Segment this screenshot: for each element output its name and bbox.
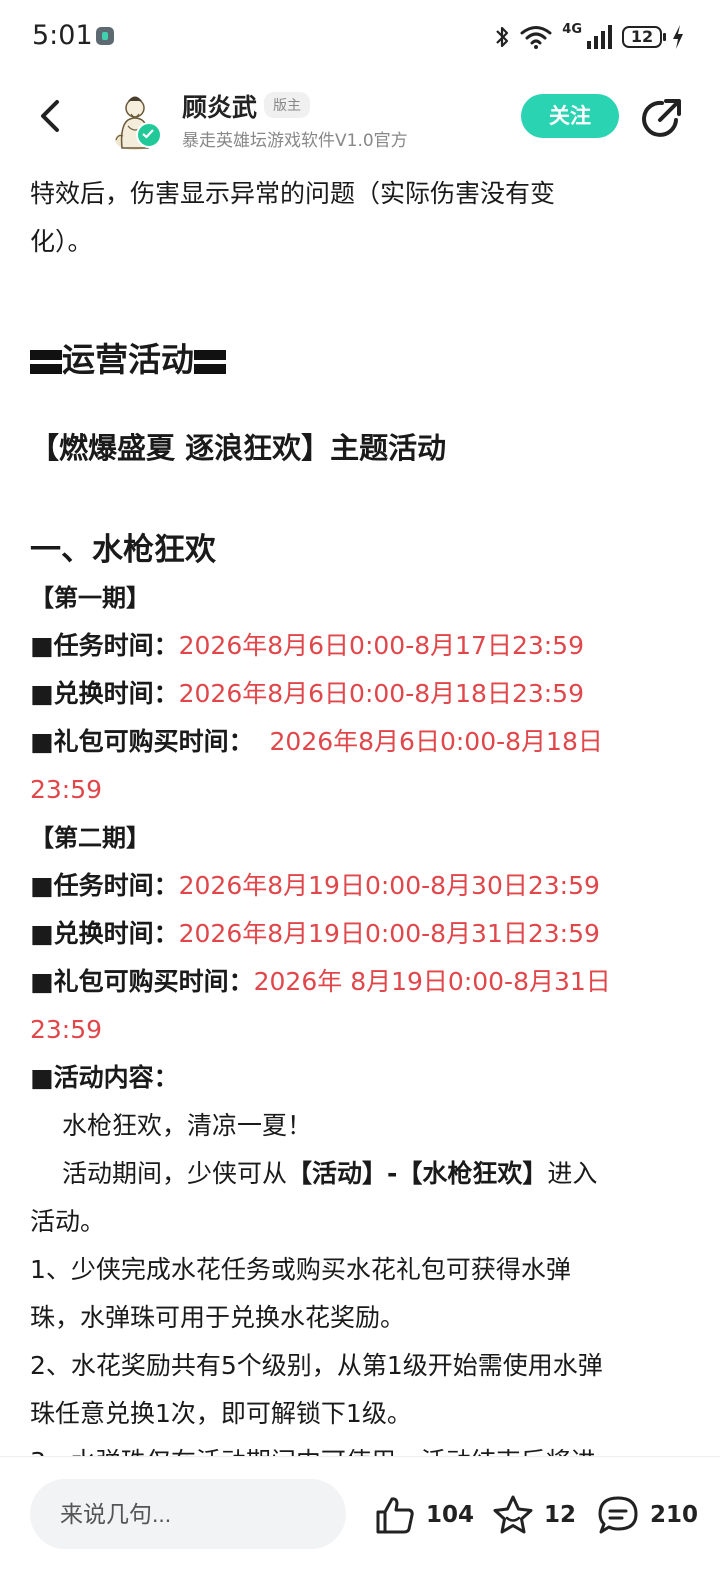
comment-button[interactable]: 210: [596, 1493, 698, 1537]
signal-icon: [587, 25, 612, 49]
status-bar: 5:01 4G 12: [0, 0, 720, 72]
comment-input[interactable]: [30, 1479, 346, 1549]
gift-time-value-cont: 23:59: [30, 775, 103, 804]
favorite-count: 12: [544, 1502, 577, 1528]
follow-button[interactable]: 关注: [521, 94, 619, 138]
like-count: 104: [426, 1502, 475, 1528]
verified-badge-icon: [136, 122, 162, 148]
content-label: ■活动内容：: [30, 1063, 179, 1092]
post-header: 顾炎武 版主 暴走英雄坛游戏软件V1.0官方 关注: [0, 72, 720, 172]
exchange-time-label: ■兑换时间：: [30, 919, 179, 948]
bluetooth-icon: [496, 26, 509, 48]
gift-time-value: 2026年 8月19日0:00-8月31日: [253, 967, 611, 996]
intro-line: 特效后，伤害显示异常的问题（实际伤害没有变: [30, 179, 556, 208]
status-time: 5:01: [32, 20, 93, 51]
author-name[interactable]: 顾炎武: [182, 88, 257, 124]
exchange-time-value: 2026年8月6日0:00-8月18日23:59: [178, 679, 584, 708]
status-icons: 4G 12: [494, 22, 684, 52]
content-text: 珠，水弹珠可用于兑换水花奖励。: [30, 1303, 406, 1332]
bottom-action-bar: 104 12 210: [0, 1456, 720, 1589]
task-time-value: 2026年8月6日0:00-8月17日23:59: [178, 631, 584, 660]
period-label: 【第二期】: [30, 824, 150, 852]
content-text: 2、水花奖励共有5个级别，从第1级开始需使用水弹: [30, 1351, 603, 1380]
section-heading: 运营活动: [30, 336, 690, 384]
task-time-label: ■任务时间：: [30, 871, 179, 900]
network-type: 4G: [562, 21, 582, 37]
task-time-value: 2026年8月19日0:00-8月30日23:59: [178, 871, 600, 900]
content-text: 活动期间，少侠可从: [62, 1159, 288, 1188]
section-title: 运营活动: [62, 340, 194, 379]
moderator-badge: 版主: [264, 92, 310, 118]
period-label: 【第一期】: [30, 584, 150, 612]
post-content: 特效后，伤害显示异常的问题（实际伤害没有变 化）。 运营活动 【燃爆盛夏 逐浪狂…: [30, 170, 690, 1486]
content-text: 进入: [547, 1159, 598, 1188]
content-menu-path: 【活动】-【水枪狂欢】: [287, 1159, 548, 1188]
share-icon[interactable]: [638, 96, 684, 142]
sub-heading: 一、水枪狂欢: [30, 532, 216, 568]
content-text: 活动。: [30, 1207, 106, 1236]
exchange-time-value: 2026年8月19日0:00-8月31日23:59: [178, 919, 600, 948]
back-arrow-icon[interactable]: [30, 94, 74, 138]
content-text: 水枪狂欢，清凉一夏！: [62, 1111, 313, 1140]
double-bar-icon: [194, 349, 226, 374]
gift-time-label: ■礼包可购买时间：: [30, 967, 254, 996]
gift-time-label: ■礼包可购买时间：: [30, 727, 254, 756]
comment-bubble-icon: [598, 1496, 638, 1534]
task-time-label: ■任务时间：: [30, 631, 179, 660]
wifi-icon: [520, 26, 552, 49]
battery-icon: 12: [622, 26, 666, 48]
event-title: 【燃爆盛夏 逐浪狂欢】主题活动: [30, 431, 447, 465]
star-icon: [493, 1495, 533, 1534]
double-bar-icon: [30, 349, 62, 374]
comment-count: 210: [650, 1502, 699, 1528]
exchange-time-label: ■兑换时间：: [30, 679, 179, 708]
content-text: 珠任意兑换1次，即可解锁下1级。: [30, 1399, 412, 1428]
like-button[interactable]: 104: [374, 1493, 474, 1537]
favorite-button[interactable]: 12: [492, 1493, 576, 1537]
charging-icon: [673, 25, 683, 49]
gift-time-value-cont: 23:59: [30, 1015, 103, 1044]
thumbs-up-icon: [376, 1497, 414, 1534]
content-text: 1、少侠完成水花任务或购买水花礼包可获得水弹: [30, 1255, 571, 1284]
intro-line: 化）。: [30, 227, 93, 256]
gift-time-value: 2026年8月6日0:00-8月18日: [269, 727, 603, 756]
app-notification-icon: [96, 27, 114, 45]
author-subtitle: 暴走英雄坛游戏软件V1.0官方: [182, 131, 408, 151]
